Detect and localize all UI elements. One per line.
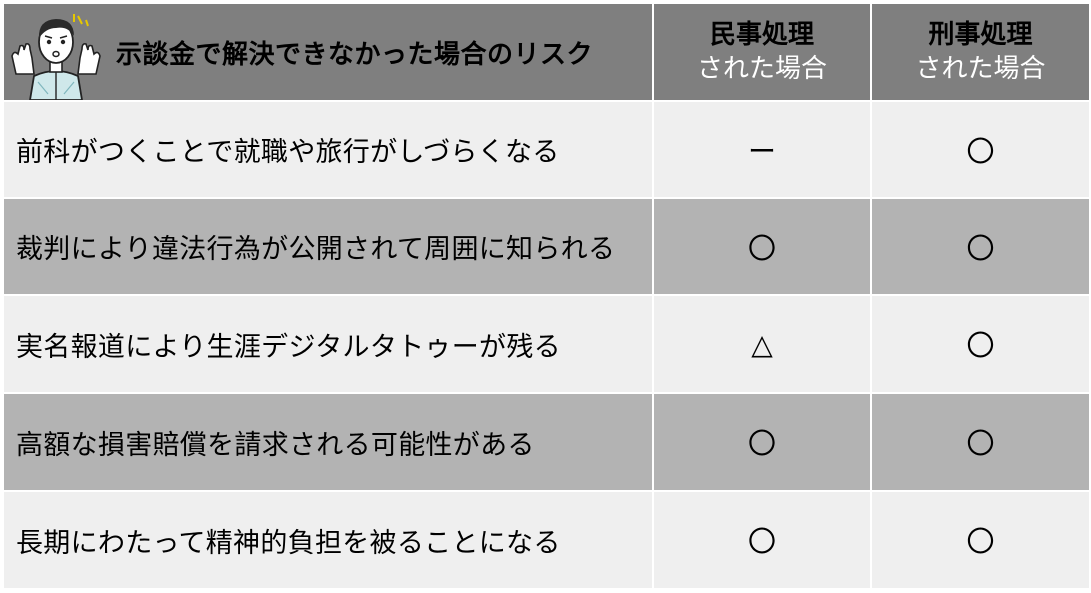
- header-criminal-column: 刑事処理 された場合: [872, 4, 1089, 102]
- table-row-civil-mark: 〇: [654, 492, 872, 590]
- worried-person-icon: [11, 14, 101, 100]
- table-row-civil-mark: 〇: [654, 394, 872, 492]
- table-row-risk: 実名報道により生涯デジタルタトゥーが残る: [4, 296, 654, 394]
- table-row-civil-mark: ー: [654, 102, 872, 199]
- header-civil-line2: された場合: [696, 54, 827, 84]
- header-criminal-line1: 刑事処理: [928, 20, 1033, 50]
- header-civil-column: 民事処理 された場合: [654, 4, 872, 102]
- table-row-criminal-mark: 〇: [872, 199, 1089, 296]
- table-row-criminal-mark: 〇: [872, 296, 1089, 394]
- table-row-civil-mark: △: [654, 296, 872, 394]
- table-header-title-cell: 示談金で解決できなかった場合のリスク: [4, 4, 654, 102]
- table-row-criminal-mark: 〇: [872, 102, 1089, 199]
- table-row-risk: 前科がつくことで就職や旅行がしづらくなる: [4, 102, 654, 199]
- table-row-risk: 高額な損害賠償を請求される可能性がある: [4, 394, 654, 492]
- table-title: 示談金で解決できなかった場合のリスク: [116, 39, 594, 70]
- table-row-risk: 裁判により違法行為が公開されて周囲に知られる: [4, 199, 654, 296]
- table-row-criminal-mark: 〇: [872, 394, 1089, 492]
- header-civil-line1: 民事処理: [709, 20, 814, 50]
- header-criminal-line2: された場合: [915, 54, 1046, 84]
- risk-comparison-table: 示談金で解決できなかった場合のリスク 民事処理 された場合 刑事処理 された場合…: [4, 4, 1089, 590]
- table-row-risk: 長期にわたって精神的負担を被ることになる: [4, 492, 654, 590]
- table-row-criminal-mark: 〇: [872, 492, 1089, 590]
- table-row-civil-mark: 〇: [654, 199, 872, 296]
